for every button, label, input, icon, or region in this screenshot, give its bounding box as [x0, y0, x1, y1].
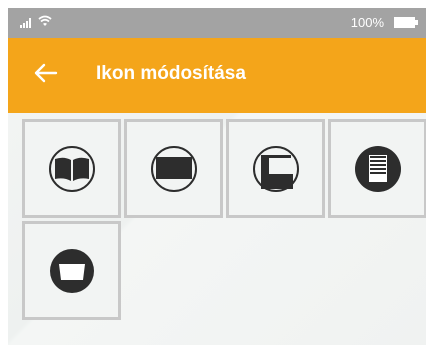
icon-grid [22, 119, 426, 325]
signal-icon [20, 18, 31, 28]
battery-icon [394, 17, 418, 28]
icon-tile-screen[interactable] [124, 119, 223, 218]
window-icon [49, 248, 94, 293]
app-bar: Ikon módosítása [8, 38, 426, 113]
icon-tile-window[interactable] [22, 221, 121, 320]
shutter-icon [354, 145, 401, 192]
status-bar: 100% [8, 8, 426, 38]
page-title: Ikon módosítása [96, 63, 246, 84]
icon-tile-shutter[interactable] [328, 119, 426, 218]
icon-selection-area [8, 113, 426, 345]
icon-tile-door[interactable] [226, 119, 325, 218]
battery-percentage: 100% [350, 15, 384, 30]
wifi-icon [38, 15, 52, 26]
phone-screen: 100% Ikon módosítása [8, 8, 426, 345]
back-arrow-icon[interactable] [32, 60, 58, 86]
book-icon [48, 145, 95, 192]
door-icon [252, 145, 299, 192]
screen-icon [150, 145, 197, 192]
icon-tile-book[interactable] [22, 119, 121, 218]
